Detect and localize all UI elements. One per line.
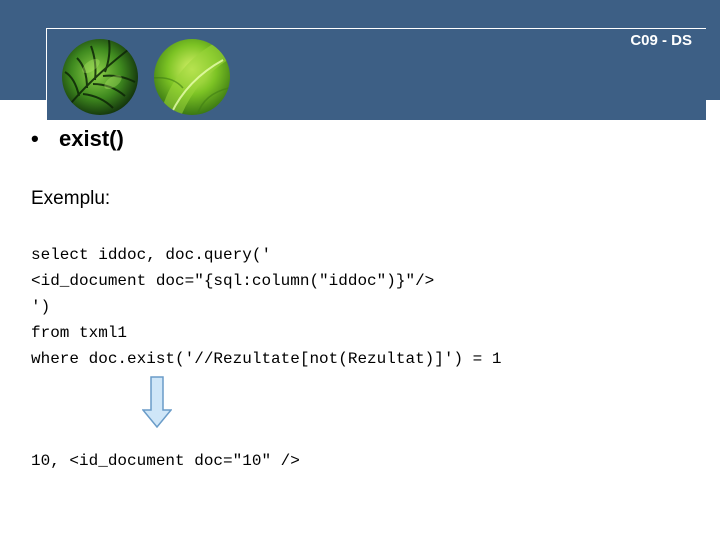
header-panel [46, 28, 706, 120]
bullet-text: exist() [59, 126, 124, 151]
result-text: 10, <id_document doc="10" /> [31, 452, 300, 470]
down-arrow-icon [142, 376, 172, 428]
bullet-item: • exist() [31, 126, 124, 152]
example-label: Exemplu: [31, 188, 111, 209]
code-line: <id_document doc="{sql:column("iddoc")}"… [31, 272, 435, 290]
code-line: from txml1 [31, 324, 128, 342]
code-line: where doc.exist('//Rezultate[not(Rezulta… [31, 350, 502, 368]
slide-code: C09 - DS [630, 32, 692, 49]
bullet-symbol: • [31, 126, 39, 151]
code-line: ') [31, 298, 51, 316]
code-line: select iddoc, doc.query(' [31, 246, 272, 264]
code-block: select iddoc, doc.query(' <id_document do… [31, 242, 501, 372]
fern-leaf-image [62, 39, 138, 115]
header-notch [0, 100, 46, 120]
green-leaf-image [154, 39, 230, 115]
